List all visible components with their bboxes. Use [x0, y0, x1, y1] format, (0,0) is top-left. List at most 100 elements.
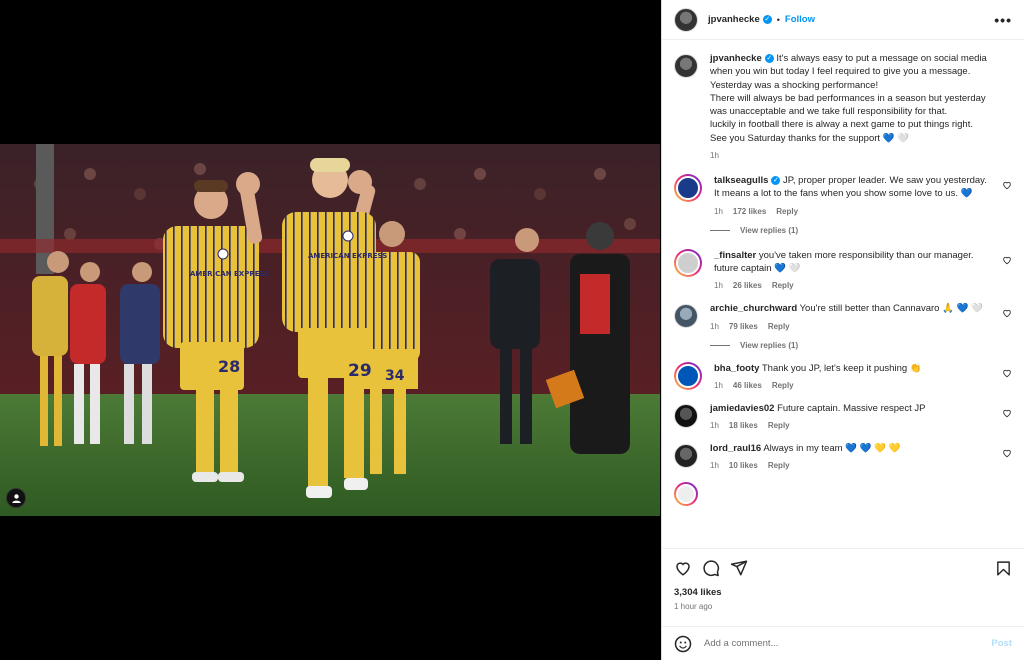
- sponsor-28: AMERICAN EXPRESS: [190, 270, 269, 278]
- comment-likes[interactable]: 79 likes: [729, 322, 758, 331]
- comment-like-heart-icon[interactable]: [1002, 308, 1012, 318]
- comment-time: 1h: [710, 461, 719, 471]
- story-ring[interactable]: [674, 174, 702, 203]
- comment-text: Always in my team 💙 💙 💛 💛: [763, 443, 901, 455]
- comment-username[interactable]: jamiedavies02: [710, 403, 774, 414]
- commenter-avatar[interactable]: [674, 304, 698, 329]
- post-header: jpvanhecke ✓ • Follow •••: [662, 0, 1024, 40]
- comment-likes[interactable]: 172 likes: [733, 207, 766, 216]
- replies-line: [710, 229, 730, 231]
- comment-text: You're still better than Cannavaro 🙏 💙 🤍: [799, 303, 983, 315]
- comment-likes[interactable]: 18 likes: [729, 421, 758, 430]
- shirt-number-28: 28: [218, 357, 240, 376]
- paper-plane-icon[interactable]: [730, 559, 748, 577]
- comment-username[interactable]: lord_raul16: [710, 443, 761, 454]
- commenter-avatar[interactable]: [674, 403, 698, 428]
- smiley-icon[interactable]: [674, 635, 692, 653]
- caption-line: See you Saturday thanks for the support …: [710, 132, 909, 144]
- caption-line: was unacceptable and we take full respon…: [710, 106, 948, 118]
- heart-icon[interactable]: [674, 559, 692, 577]
- comment-time: 1h: [714, 281, 723, 291]
- story-ring[interactable]: [674, 482, 698, 507]
- verified-badge-icon: ✓: [771, 176, 781, 186]
- post-side-panel: jpvanhecke ✓ • Follow ••• jpvanhecke ✓ It…: [661, 0, 1024, 660]
- comment-item: jamiedavies02 Future captain. Massive re…: [674, 402, 1012, 430]
- author-username[interactable]: jpvanhecke: [708, 14, 760, 25]
- caption-username[interactable]: jpvanhecke: [710, 53, 762, 64]
- bookmark-icon[interactable]: [995, 560, 1012, 577]
- author-avatar-small[interactable]: [674, 54, 698, 78]
- comment-like-heart-icon[interactable]: [1002, 255, 1012, 265]
- comment-username[interactable]: archie_churchward: [710, 303, 797, 314]
- comment-likes[interactable]: 26 likes: [733, 281, 762, 290]
- comment-like-heart-icon[interactable]: [1002, 408, 1012, 418]
- view-replies-button[interactable]: View replies (1): [710, 341, 1012, 350]
- post-time: 1 hour ago: [674, 602, 713, 611]
- replies-line: [710, 344, 730, 346]
- commenter-avatar[interactable]: [674, 444, 698, 469]
- post-dialog: 34 28 AMERICAN EXPRESS 29 AMERICAN EXPRE…: [0, 0, 1024, 660]
- author-avatar[interactable]: [674, 7, 698, 32]
- caption-line: when you win but today I feel required t…: [710, 66, 971, 78]
- user-tag-icon[interactable]: [6, 488, 26, 508]
- comment-text: It means a lot to the fans when you show…: [714, 188, 973, 200]
- commenter-avatar[interactable]: [676, 176, 700, 201]
- verified-badge-icon: ✓: [762, 15, 772, 24]
- reply-button[interactable]: Reply: [772, 381, 794, 390]
- view-replies-button[interactable]: View replies (1): [710, 226, 1012, 235]
- caption: jpvanhecke ✓ It's always easy to put a me…: [674, 52, 1012, 160]
- caption-line: Yesterday was a shocking performance!: [710, 79, 879, 91]
- comment-like-heart-icon[interactable]: [1002, 368, 1012, 378]
- story-ring[interactable]: [674, 248, 702, 277]
- comments-scroll-area[interactable]: jpvanhecke ✓ It's always easy to put a me…: [662, 40, 1024, 548]
- caption-line: There will always be bad performances in…: [710, 92, 986, 104]
- caption-time: 1h: [710, 151, 719, 161]
- comment-icon[interactable]: [702, 559, 720, 577]
- view-replies-label: View replies (1): [740, 340, 799, 350]
- comment-item: lord_raul16 Always in my team 💙 💙 💛 💛 1h…: [674, 442, 1012, 470]
- comment-time: 1h: [714, 206, 723, 216]
- comment-input[interactable]: [704, 638, 992, 649]
- verified-badge-icon: ✓: [764, 53, 774, 63]
- comment-item: bha_footy Thank you JP, let's keep it pu…: [674, 361, 1012, 390]
- post-photo[interactable]: 34 28 AMERICAN EXPRESS 29 AMERICAN EXPRE…: [0, 144, 660, 516]
- comment-username[interactable]: bha_footy: [714, 363, 759, 374]
- comment-text: you've taken more responsibility than ou…: [758, 249, 974, 261]
- shirt-number-34: 34: [385, 368, 405, 384]
- commenter-avatar[interactable]: [676, 250, 700, 275]
- comment-username[interactable]: _finsalter: [714, 250, 756, 261]
- reply-button[interactable]: Reply: [776, 207, 798, 216]
- comment-time: 1h: [710, 321, 719, 331]
- more-options-icon[interactable]: •••: [994, 12, 1012, 28]
- post-actions: 3,304 likes 1 hour ago: [662, 548, 1024, 626]
- separator-dot: •: [776, 14, 780, 25]
- comment-time: 1h: [710, 421, 719, 431]
- comment-like-heart-icon[interactable]: [1002, 180, 1012, 190]
- reply-button[interactable]: Reply: [768, 421, 790, 430]
- caption-line: luckily in football there is alway a nex…: [710, 119, 973, 131]
- reply-button[interactable]: Reply: [768, 461, 790, 470]
- follow-button[interactable]: Follow: [785, 14, 815, 25]
- comment-text: JP, proper proper leader. We saw you yes…: [783, 175, 987, 187]
- story-ring[interactable]: [674, 361, 702, 390]
- comment-item: archie_churchward You're still better th…: [674, 302, 1012, 331]
- view-replies-label: View replies (1): [740, 225, 799, 235]
- media-area: 34 28 AMERICAN EXPRESS 29 AMERICAN EXPRE…: [0, 0, 660, 660]
- comment-likes[interactable]: 46 likes: [733, 381, 762, 390]
- comment-username[interactable]: talkseagulls: [714, 175, 768, 186]
- like-count[interactable]: 3,304 likes: [674, 587, 1012, 598]
- commenter-avatar[interactable]: [676, 484, 696, 505]
- comment-like-heart-icon[interactable]: [1002, 448, 1012, 458]
- reply-button[interactable]: Reply: [768, 322, 790, 331]
- comment-text: future captain 💙 🤍: [714, 262, 801, 274]
- comment-likes[interactable]: 10 likes: [729, 461, 758, 470]
- caption-line: It's always easy to put a message on soc…: [776, 53, 987, 64]
- commenter-avatar[interactable]: [676, 363, 700, 388]
- comment-time: 1h: [714, 380, 723, 390]
- comment-item: _finsalter you've taken more responsibil…: [674, 248, 1012, 291]
- post-comment-button[interactable]: Post: [991, 638, 1012, 649]
- sponsor-29: AMERICAN EXPRESS: [308, 252, 387, 260]
- reply-button[interactable]: Reply: [772, 281, 794, 290]
- football-scene: 34 28 AMERICAN EXPRESS 29 AMERICAN EXPRE…: [0, 144, 660, 516]
- add-comment-bar: Post: [662, 626, 1024, 660]
